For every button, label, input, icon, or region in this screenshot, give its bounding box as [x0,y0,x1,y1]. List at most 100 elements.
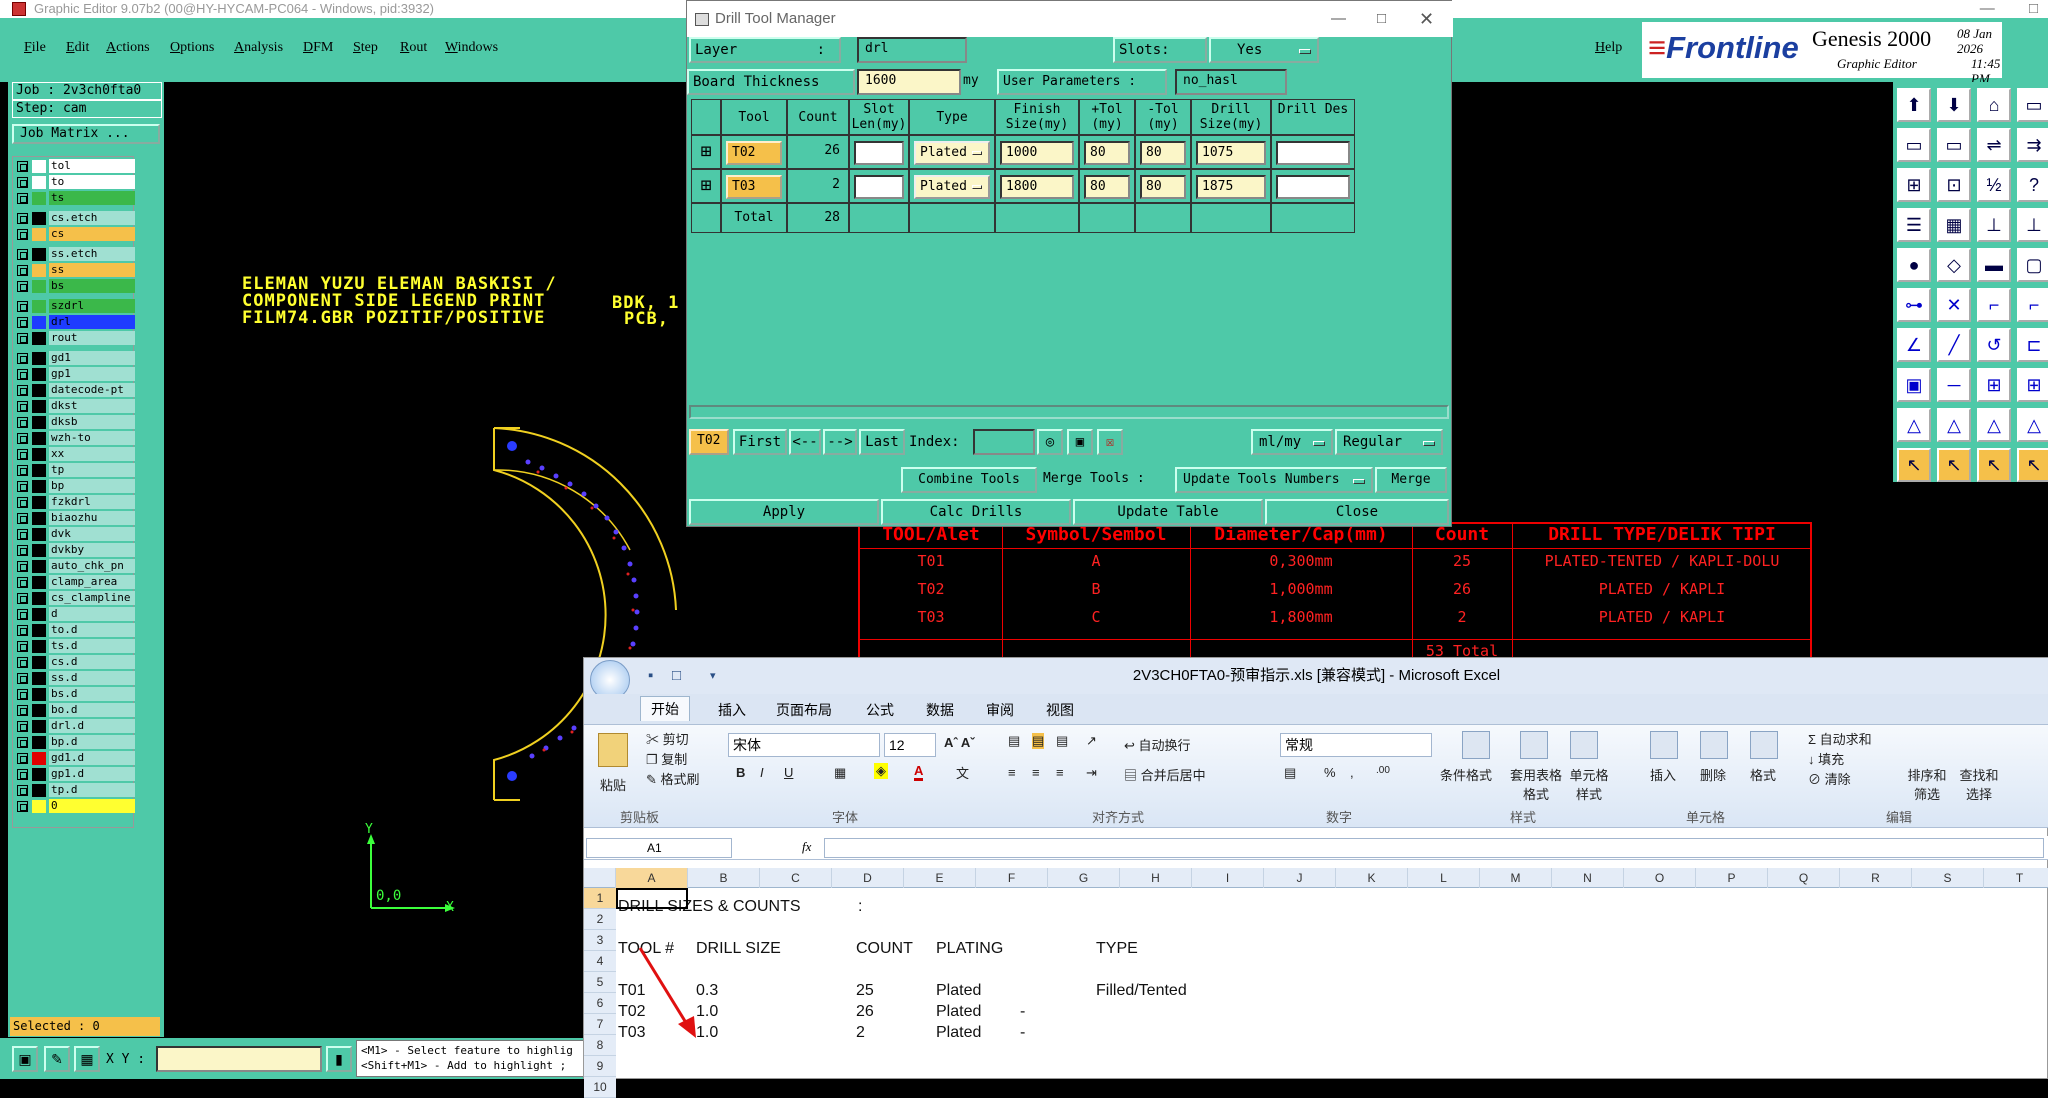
column-header[interactable]: O [1624,868,1696,888]
number-format-select[interactable]: 常规 [1280,733,1432,757]
cell-d7[interactable]: 26 [856,1003,874,1021]
layer-checkbox[interactable] [17,737,28,748]
tool-icon-2[interactable]: ▣ [1067,429,1093,455]
layer-row[interactable]: rout [13,331,135,346]
column-header[interactable]: K [1336,868,1408,888]
column-header[interactable]: C [760,868,832,888]
layer-name[interactable]: dvkby [49,543,135,557]
layer-checkbox[interactable] [17,545,28,556]
layer-color-swatch[interactable] [32,752,46,765]
toolbar-tool-icon[interactable]: △ [2017,408,2048,442]
layer-checkbox[interactable] [17,721,28,732]
column-header[interactable]: S [1912,868,1984,888]
layer-name[interactable]: to [49,175,135,189]
sort-filter-button[interactable]: 排序和筛选 [1904,765,1950,803]
last-button[interactable]: Last [859,429,905,455]
layer-name[interactable]: dksb [49,415,135,429]
layer-color-swatch[interactable] [32,592,46,605]
toolbar-tool-icon[interactable]: ▬ [1977,248,2011,282]
layer-checkbox[interactable] [17,301,28,312]
apply-button[interactable]: Apply [689,499,879,525]
layer-checkbox[interactable] [17,625,28,636]
layer-color-swatch[interactable] [32,384,46,397]
layer-name[interactable]: bp.d [49,735,135,749]
layer-color-swatch[interactable] [32,264,46,277]
layer-checkbox[interactable] [17,193,28,204]
comma-icon[interactable]: , [1350,765,1354,780]
layer-color-swatch[interactable] [32,528,46,541]
layer-checkbox[interactable] [17,249,28,260]
row-header[interactable]: 6 [584,993,616,1014]
column-header[interactable]: M [1480,868,1552,888]
cell-e8[interactable]: Plated [936,1024,981,1042]
cell-g4[interactable]: TYPE [1096,940,1138,958]
column-header[interactable]: F [976,868,1048,888]
layer-color-swatch[interactable] [32,248,46,261]
layer-checkbox[interactable] [17,657,28,668]
layer-color-swatch[interactable] [32,688,46,701]
toolbar-tool-icon[interactable]: ⌐ [1977,288,2011,322]
menu-step[interactable]: Step [353,40,378,56]
layer-color-swatch[interactable] [32,496,46,509]
column-header[interactable]: E [904,868,976,888]
clear-button[interactable]: ⊘ 清除 [1808,769,1851,788]
layer-name[interactable]: clamp_area [49,575,135,589]
type-select[interactable]: Plated [914,141,990,165]
layer-color-swatch[interactable] [32,576,46,589]
column-header[interactable]: T [1984,868,2048,888]
format-cells-icon[interactable] [1750,731,1778,759]
layer-name[interactable]: wzh-to [49,431,135,445]
toolbar-tool-icon[interactable]: ▭ [1897,128,1931,162]
layer-color-swatch[interactable] [32,280,46,293]
qat-dropdown-icon[interactable]: ▾ [710,658,716,694]
mtol-input[interactable]: 80 [1140,141,1186,165]
layer-row[interactable]: d [13,607,135,622]
layer-color-swatch[interactable] [32,300,46,313]
tool-id-cell[interactable]: T02 [726,141,782,165]
row-header[interactable]: 5 [584,972,616,993]
layer-color-swatch[interactable] [32,400,46,413]
layer-checkbox[interactable] [17,229,28,240]
layer-row[interactable]: bs [13,279,135,294]
layer-checkbox[interactable] [17,609,28,620]
tab-home[interactable]: 开始 [640,696,690,721]
layer-color-swatch[interactable] [32,608,46,621]
drill-input[interactable]: 1075 [1196,141,1266,165]
insert-cells-button[interactable]: 插入 [1650,765,1676,784]
currency-icon[interactable]: ▤ [1284,765,1296,781]
toolbar-tool-icon[interactable]: ▦ [1937,208,1971,242]
column-header[interactable]: R [1840,868,1912,888]
column-header[interactable]: Q [1768,868,1840,888]
layer-color-swatch[interactable] [32,464,46,477]
toolbar-tool-icon[interactable]: ⬆ [1897,88,1931,122]
layer-checkbox[interactable] [17,577,28,588]
layer-checkbox[interactable] [17,433,28,444]
layer-name[interactable]: biaozhu [49,511,135,525]
layer-checkbox[interactable] [17,449,28,460]
name-box[interactable]: A1 [586,838,732,858]
layer-name[interactable]: fzkdrl [49,495,135,509]
des-input[interactable] [1276,141,1350,165]
toolbar-tool-icon[interactable]: ▣ [1897,368,1931,402]
layer-checkbox[interactable] [17,213,28,224]
paste-label[interactable]: 粘贴 [600,775,626,794]
border-icon[interactable]: ▦ [834,765,846,781]
layer-color-swatch[interactable] [32,512,46,525]
index-input[interactable] [973,429,1035,455]
row-header[interactable]: 1 [584,888,616,909]
layer-row[interactable]: gd1 [13,351,135,366]
cell-d8[interactable]: 2 [856,1024,865,1042]
layer-name[interactable]: cs_clampline [49,591,135,605]
layer-row[interactable]: ss.d [13,671,135,686]
layer-name[interactable]: cs.d [49,655,135,669]
layer-row[interactable]: ss.etch [13,247,135,262]
layer-row[interactable]: dvkby [13,543,135,558]
prev-button[interactable]: <-- [789,429,821,455]
toolbar-tool-icon[interactable]: ⊞ [2017,368,2048,402]
layer-name[interactable]: auto_chk_pn [49,559,135,573]
layer-row[interactable]: clamp_area [13,575,135,590]
table-format-icon[interactable] [1520,731,1548,759]
tool-id-cell[interactable]: T03 [726,175,782,199]
align-bottom-icon[interactable]: ▤ [1056,733,1068,749]
cut-button[interactable]: ✂ 剪切 [646,729,689,748]
